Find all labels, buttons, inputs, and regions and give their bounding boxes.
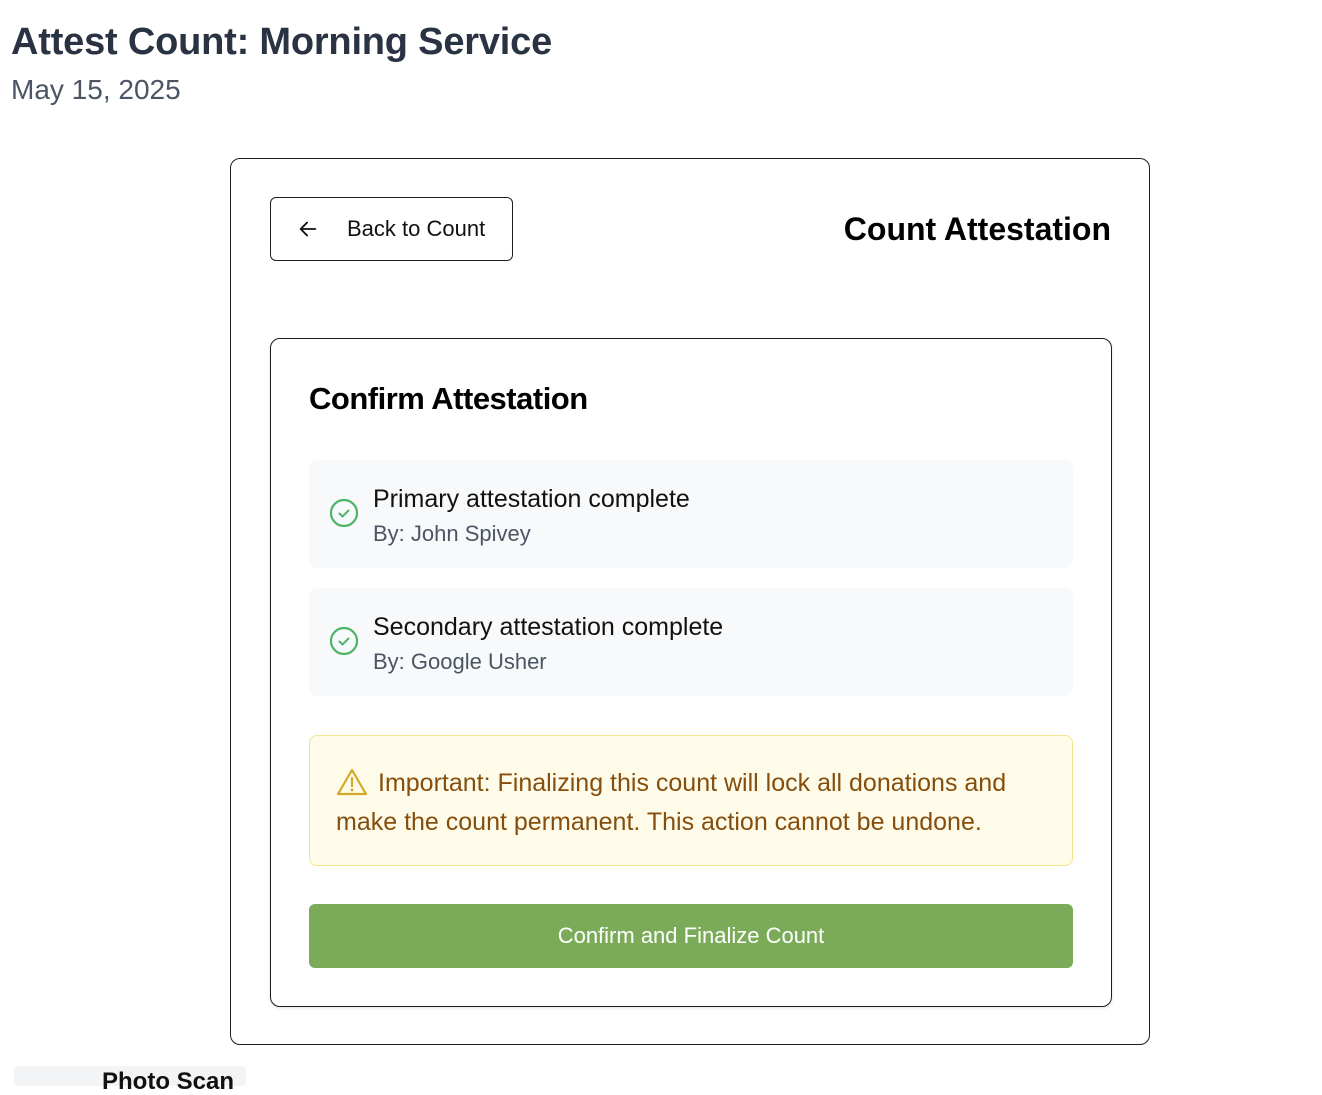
- primary-attestation-status: Primary attestation complete By: John Sp…: [309, 460, 1073, 568]
- warning-message: Important: Finalizing this count will lo…: [336, 764, 1046, 842]
- status-title: Primary attestation complete: [373, 485, 690, 513]
- page-date: May 15, 2025: [11, 74, 181, 105]
- back-to-count-button[interactable]: Back to Count: [270, 197, 513, 261]
- card-heading: Count Attestation: [843, 211, 1111, 247]
- secondary-attestation-status: Secondary attestation complete By: Googl…: [309, 588, 1073, 696]
- warning-text: Important: Finalizing this count will lo…: [336, 769, 1007, 836]
- status-title: Secondary attestation complete: [373, 613, 724, 641]
- attestation-card: Back to Count Count Attestation Confirm …: [230, 158, 1150, 1045]
- warning-triangle-icon: [336, 768, 368, 796]
- status-attester: By: John Spivey: [373, 521, 531, 546]
- arrow-left-icon: [299, 221, 317, 237]
- photo-scan-section-peek: Photo Scan: [14, 1066, 246, 1094]
- finalize-warning: Important: Finalizing this count will lo…: [309, 735, 1073, 866]
- confirm-attestation-panel: Confirm Attestation Primary attestation …: [270, 338, 1112, 1007]
- status-attester: By: Google Usher: [373, 649, 547, 674]
- section-heading-partial: Photo Scan: [102, 1068, 235, 1095]
- confirm-heading: Confirm Attestation: [309, 381, 588, 416]
- back-button-label: Back to Count: [347, 216, 486, 241]
- page-title: Attest Count: Morning Service: [11, 21, 553, 63]
- check-circle-icon: [329, 626, 359, 656]
- page-header: Attest Count: Morning Service May 15, 20…: [11, 18, 552, 108]
- check-circle-icon: [329, 498, 359, 528]
- confirm-finalize-button[interactable]: Confirm and Finalize Count: [309, 904, 1073, 968]
